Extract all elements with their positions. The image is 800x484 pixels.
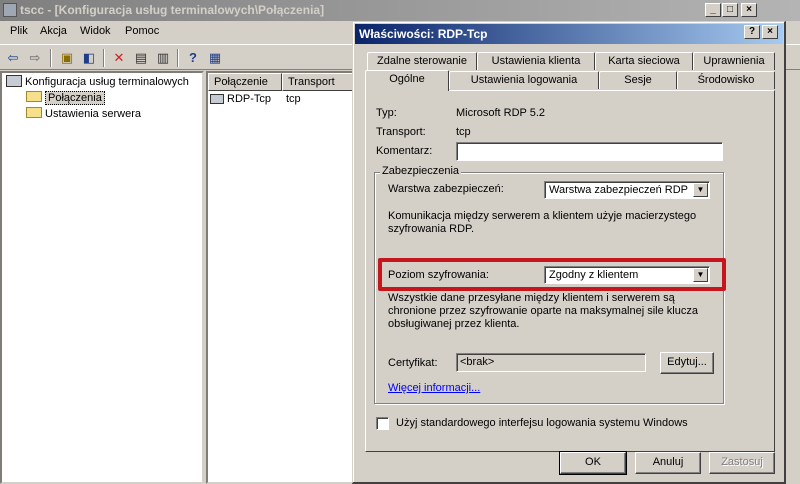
tab-sessions[interactable]: Sesje: [599, 71, 677, 89]
help-icon[interactable]: ?: [184, 49, 202, 67]
export-list-icon[interactable]: ▥: [154, 49, 172, 67]
encryption-level-description: Wszystkie dane przesyłane między kliente…: [388, 292, 698, 330]
tab-permissions[interactable]: Uprawnienia: [693, 52, 775, 70]
computer-icon: [6, 75, 22, 87]
comment-input[interactable]: [456, 142, 723, 161]
menu-help[interactable]: Pomoc: [125, 25, 159, 37]
windows-logon-label: Użyj standardowego interfejsu logowania …: [396, 417, 688, 429]
delete-icon[interactable]: ✕: [110, 49, 128, 67]
menu-view[interactable]: Widok: [80, 25, 111, 37]
tree-root[interactable]: Konfiguracja usług terminalowych: [6, 75, 189, 88]
back-arrow-icon[interactable]: ⇦: [4, 49, 22, 67]
tab-remote-control[interactable]: Zdalne sterowanie: [367, 52, 477, 70]
windows-logon-checkbox[interactable]: [376, 417, 389, 430]
column-header-connection[interactable]: Połączenie: [208, 73, 282, 91]
forward-arrow-icon[interactable]: ⇨: [26, 49, 44, 67]
toolbar-separator: [103, 49, 105, 67]
apply-button[interactable]: Zastosuj: [709, 452, 775, 474]
security-layer-label: Warstwa zabezpieczeń:: [388, 183, 504, 195]
show-tree-icon[interactable]: ◧: [80, 49, 98, 67]
help-icon[interactable]: ?: [744, 25, 760, 39]
properties-dialog: Właściwości: RDP-Tcp ? × Zdalne sterowan…: [352, 21, 786, 484]
security-layer-value: Warstwa zabezpieczeń RDP: [549, 184, 688, 196]
transport-value: tcp: [456, 126, 471, 138]
encryption-level-label: Poziom szyfrowania:: [388, 269, 489, 281]
transport-label: Transport:: [376, 126, 426, 138]
up-folder-icon[interactable]: ▣: [58, 49, 76, 67]
connections-list: Połączenie Transport RDP-Tcp tcp: [206, 71, 356, 484]
folder-open-icon: [26, 91, 42, 102]
tree-item-label: Połączenia: [45, 91, 105, 105]
mmc-title-bar: tscc - [Konfiguracja usług terminalowych…: [0, 0, 800, 21]
maximize-icon[interactable]: □: [722, 3, 738, 17]
tree-item-label: Ustawienia serwera: [45, 108, 141, 120]
folder-icon: [26, 107, 42, 118]
chevron-down-icon[interactable]: ▼: [693, 183, 708, 197]
properties-icon[interactable]: ▤: [132, 49, 150, 67]
minimize-icon[interactable]: _: [705, 3, 721, 17]
tab-environment[interactable]: Środowisko: [677, 71, 775, 89]
list-item-connection: RDP-Tcp: [227, 93, 272, 105]
security-layer-description: Komunikacja między serwerem a klientem u…: [388, 210, 697, 235]
chevron-down-icon[interactable]: ▼: [693, 268, 708, 282]
console-app-icon: [3, 3, 17, 17]
type-value: Microsoft RDP 5.2: [456, 107, 546, 119]
menu-file[interactable]: Plik: [10, 25, 28, 37]
dialog-title: Właściwości: RDP-Tcp: [359, 27, 488, 41]
encryption-level-select[interactable]: Zgodny z klientem ▼: [544, 266, 710, 284]
console-view-icon[interactable]: ▦: [206, 49, 224, 67]
cancel-button[interactable]: Anuluj: [635, 452, 701, 474]
tab-panel-general: Typ: Microsoft RDP 5.2 Transport: tcp Ko…: [365, 90, 775, 452]
certificate-field: <brak>: [456, 353, 646, 372]
connection-icon: [210, 94, 224, 104]
more-info-link[interactable]: Więcej informacji...: [388, 382, 480, 394]
encryption-level-value: Zgodny z klientem: [549, 269, 639, 281]
list-item[interactable]: RDP-Tcp: [210, 93, 271, 105]
tree-root-label: Konfiguracja usług terminalowych: [25, 76, 189, 88]
close-icon[interactable]: ×: [741, 3, 757, 17]
dialog-title-bar: Właściwości: RDP-Tcp: [355, 24, 783, 44]
column-header-transport[interactable]: Transport: [282, 73, 354, 91]
close-icon[interactable]: ×: [762, 25, 778, 39]
security-group-title: Zabezpieczenia: [380, 165, 462, 177]
certificate-label: Certyfikat:: [388, 357, 438, 369]
toolbar-separator: [50, 49, 52, 67]
ok-button[interactable]: OK: [559, 451, 627, 475]
type-label: Typ:: [376, 107, 397, 119]
menu-action[interactable]: Akcja: [40, 25, 67, 37]
tree-item-connections[interactable]: Połączenia: [26, 91, 105, 105]
security-layer-select[interactable]: Warstwa zabezpieczeń RDP ▼: [544, 181, 710, 199]
mmc-title: tscc - [Konfiguracja usług terminalowych…: [20, 3, 325, 17]
tab-logon-settings[interactable]: Ustawienia logowania: [449, 71, 599, 89]
tab-general[interactable]: Ogólne: [365, 70, 449, 91]
comment-label: Komentarz:: [376, 145, 433, 157]
tab-network-adapter[interactable]: Karta sieciowa: [595, 52, 693, 70]
edit-certificate-button[interactable]: Edytuj...: [660, 352, 714, 374]
tree-item-server-settings[interactable]: Ustawienia serwera: [26, 107, 141, 120]
list-item-transport: tcp: [286, 93, 301, 105]
tab-client-settings[interactable]: Ustawienia klienta: [477, 52, 595, 70]
console-tree: Konfiguracja usług terminalowych Połącze…: [0, 71, 204, 484]
toolbar-separator: [177, 49, 179, 67]
